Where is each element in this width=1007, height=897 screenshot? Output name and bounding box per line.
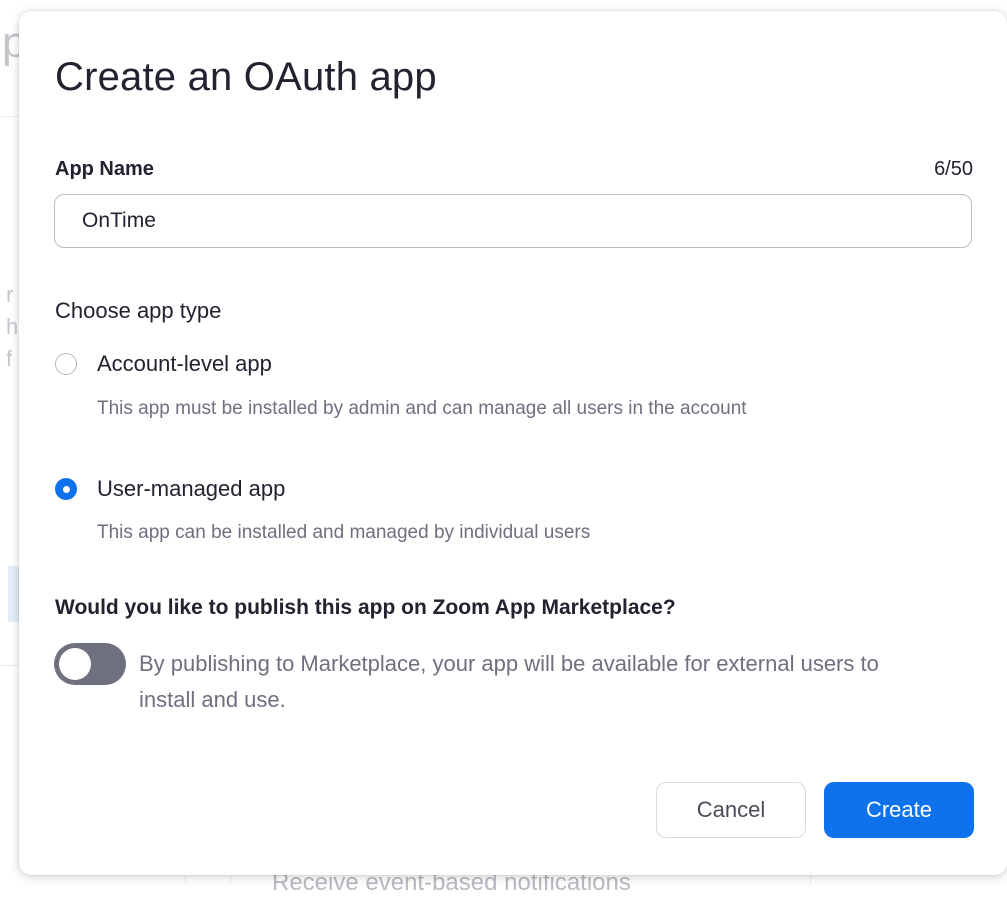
publish-marketplace-question: Would you like to publish this app on Zo… <box>55 596 676 620</box>
account-level-radio[interactable] <box>55 353 77 375</box>
publish-marketplace-toggle[interactable] <box>54 643 126 685</box>
background-divider <box>185 875 186 884</box>
app-name-label: App Name <box>55 158 154 181</box>
create-oauth-app-dialog: Create an OAuth app App Name 6/50 Choose… <box>19 11 1007 875</box>
account-level-app-option[interactable]: Account-level app <box>55 351 272 377</box>
background-text-fragment: h <box>6 314 18 340</box>
user-managed-app-description: This app can be installed and managed by… <box>97 522 590 544</box>
background-text-fragment: r <box>6 282 13 308</box>
account-level-app-description: This app must be installed by admin and … <box>97 398 747 420</box>
background-divider <box>0 665 19 666</box>
cancel-button[interactable]: Cancel <box>656 782 806 838</box>
background-selected-row <box>8 566 19 622</box>
dialog-title: Create an OAuth app <box>55 55 437 100</box>
background-divider <box>810 875 811 884</box>
create-button[interactable]: Create <box>824 782 974 838</box>
account-level-app-label: Account-level app <box>97 351 272 377</box>
user-managed-app-label: User-managed app <box>97 476 285 502</box>
app-name-input[interactable] <box>54 194 972 248</box>
app-name-char-counter: 6/50 <box>934 158 973 181</box>
background-text-fragment: f <box>6 346 12 372</box>
publish-marketplace-description: By publishing to Marketplace, your app w… <box>139 646 939 718</box>
app-type-label: Choose app type <box>55 298 221 324</box>
background-divider <box>0 116 19 117</box>
user-managed-app-option[interactable]: User-managed app <box>55 476 285 502</box>
toggle-knob <box>59 648 91 680</box>
user-managed-radio[interactable] <box>55 478 77 500</box>
background-divider <box>230 875 231 884</box>
